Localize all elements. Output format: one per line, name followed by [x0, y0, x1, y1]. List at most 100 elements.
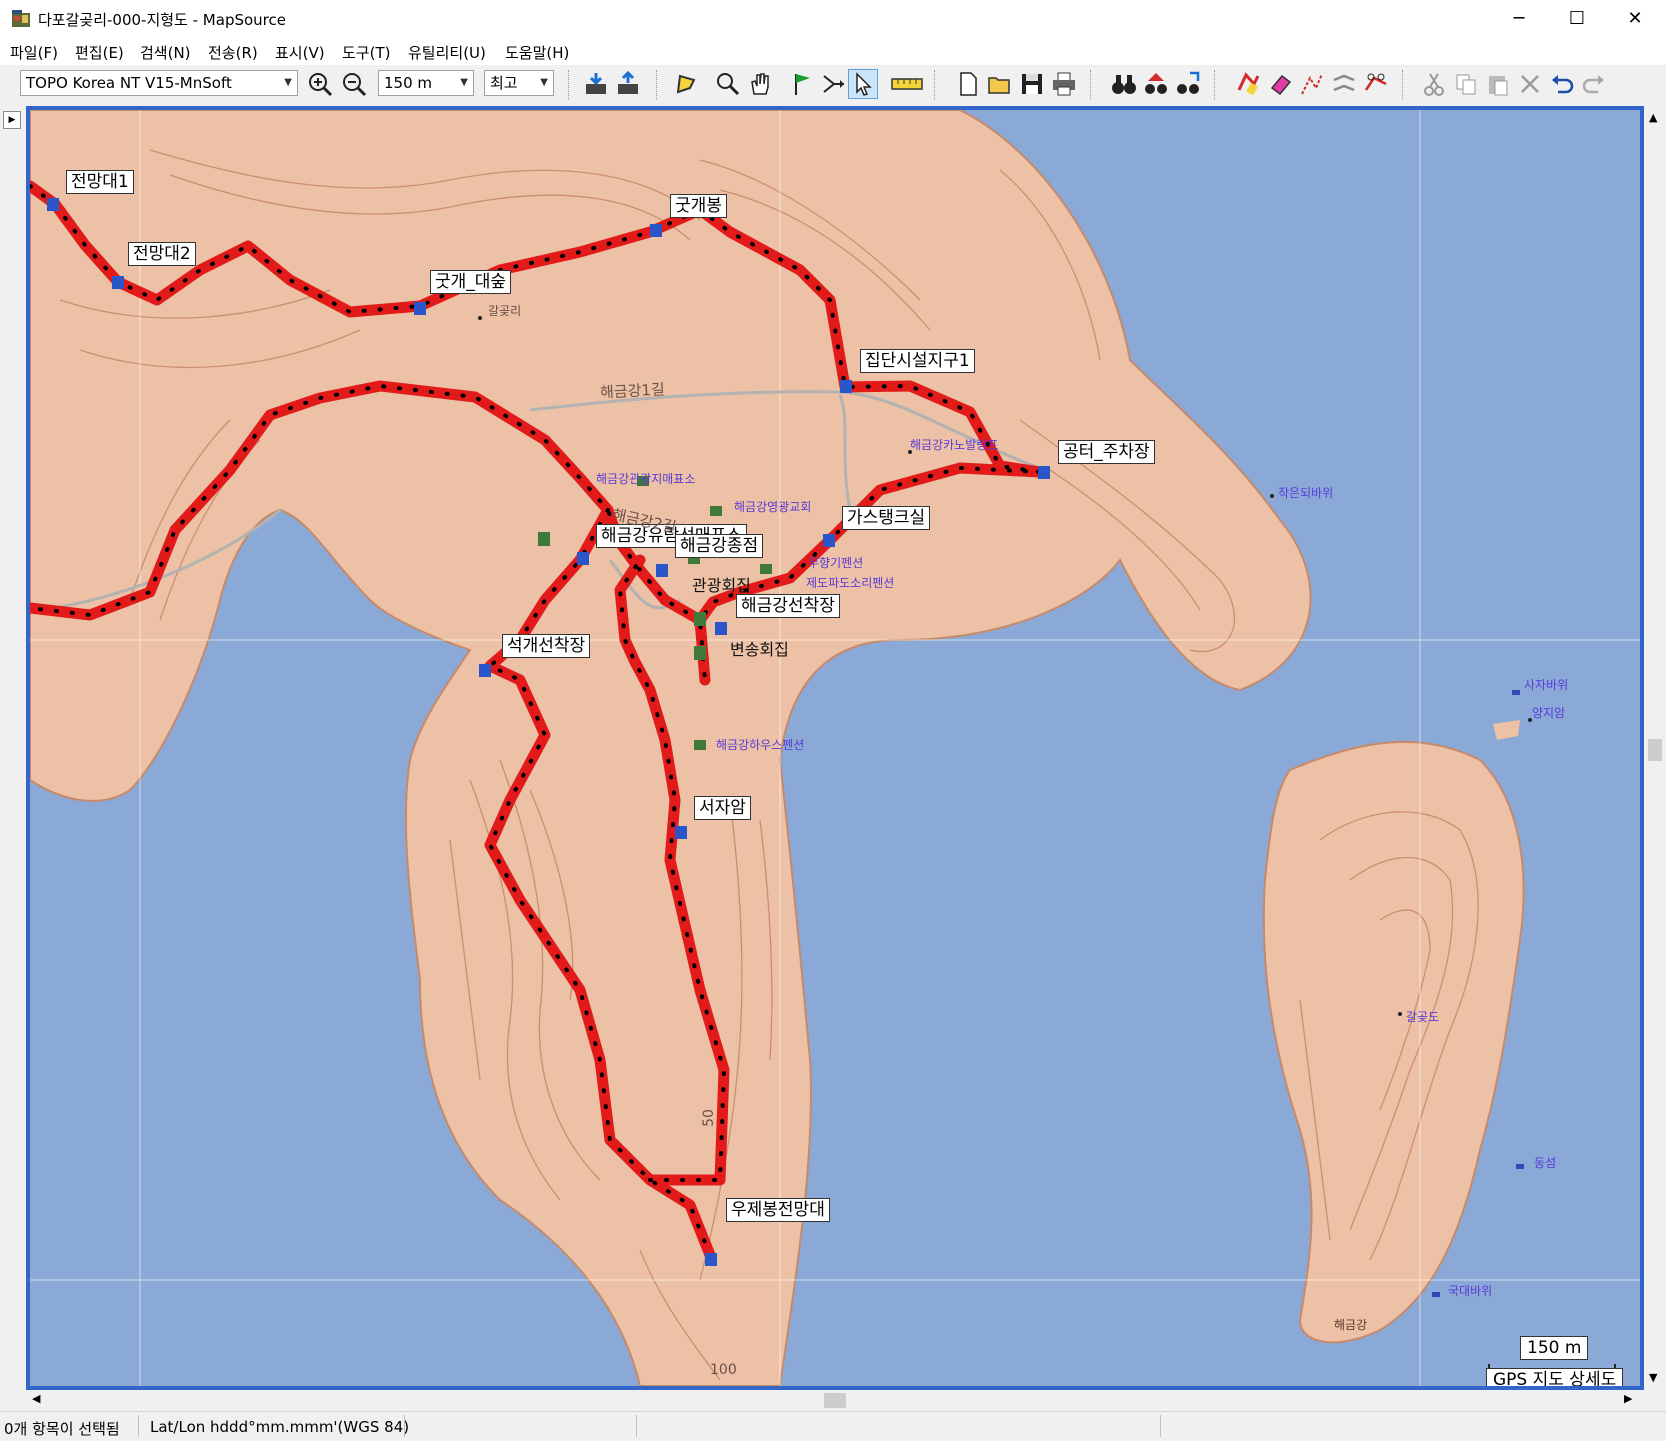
horizontal-scrollbar[interactable]: ◀ ▶: [26, 1390, 1644, 1411]
menu-utilities[interactable]: 유틸리티(U): [408, 42, 486, 63]
chevron-down-icon: ▼: [540, 77, 548, 88]
zoom-scale-value: 150 m: [384, 74, 433, 92]
expand-panel-button[interactable]: ▶: [3, 111, 21, 129]
paste-icon[interactable]: [1484, 70, 1512, 98]
waypoint-label[interactable]: 우제봉전망대: [726, 1198, 830, 1222]
poi-label: 해금강하우스펜션: [716, 738, 805, 752]
divide-track-icon[interactable]: [1362, 70, 1390, 98]
poi-label: 동섬: [1534, 1156, 1557, 1170]
scroll-thumb[interactable]: [1648, 739, 1662, 761]
scroll-up-arrow-icon[interactable]: ▲: [1649, 111, 1657, 124]
status-divider: [1160, 1415, 1161, 1437]
zoom-tool-icon[interactable]: [714, 70, 742, 98]
chevron-down-icon: ▼: [284, 77, 292, 88]
delete-icon[interactable]: [1516, 70, 1544, 98]
poi-label: 해금강: [1334, 1318, 1368, 1332]
waypoint-label[interactable]: 전망대1: [66, 170, 134, 194]
coordinate-format: Lat/Lon hddd°mm.mmm'(WGS 84): [150, 1418, 410, 1436]
poi-label: 해금강관광지매표소: [596, 472, 696, 486]
detail-level-select[interactable]: 최고 ▼: [484, 70, 554, 96]
waypoint-label[interactable]: 전망대2: [128, 242, 196, 266]
detail-level-value: 최고: [490, 74, 518, 92]
waypoint-label[interactable]: 석개선착장: [502, 634, 591, 658]
send-to-device-icon[interactable]: [614, 70, 642, 98]
eraser-icon[interactable]: [1266, 70, 1294, 98]
minimize-button[interactable]: ─: [1490, 0, 1548, 38]
waypoint-label[interactable]: 서자암: [694, 796, 751, 820]
map-view[interactable]: 전망대1 전망대2 굿개봉 굿개_대숲 집단시설지구1 공터_주차장 가스탱크실…: [26, 106, 1644, 1390]
zoom-in-icon[interactable]: [306, 70, 334, 98]
zoom-scale-select[interactable]: 150 m ▼: [378, 70, 474, 96]
draw-track-icon[interactable]: [1234, 70, 1262, 98]
save-disk-icon[interactable]: [1018, 70, 1046, 98]
menu-help[interactable]: 도움말(H): [505, 42, 569, 63]
window-title: 다포갈곶리-000-지형도 - MapSource: [38, 11, 286, 29]
title-bar: 다포갈곶리-000-지형도 - MapSource ─ ☐ ✕: [0, 0, 1666, 38]
new-file-icon[interactable]: [954, 70, 982, 98]
waypoint-label[interactable]: 굿개봉: [670, 194, 727, 218]
undo-icon[interactable]: [1548, 70, 1576, 98]
map-product-value: TOPO Korea NT V15-MnSoft: [26, 74, 232, 92]
hand-pan-icon[interactable]: [746, 70, 774, 98]
redo-icon[interactable]: [1580, 70, 1608, 98]
map-product-select[interactable]: TOPO Korea NT V15-MnSoft ▼: [20, 70, 298, 96]
poi-label: 국대바위: [1448, 1284, 1493, 1298]
place-label: 변송회집: [730, 640, 789, 659]
cut-icon[interactable]: [1420, 70, 1448, 98]
toolbar-separator: [1090, 70, 1093, 100]
place-label: 관광회집: [692, 576, 751, 595]
sidebar-toggle-strip: ▶: [0, 109, 26, 1411]
menu-view[interactable]: 표시(V): [275, 42, 325, 63]
menu-transfer[interactable]: 전송(R): [208, 42, 258, 63]
menu-find[interactable]: 검색(N): [140, 42, 191, 63]
scroll-left-arrow-icon[interactable]: ◀: [32, 1392, 40, 1405]
menu-tools[interactable]: 도구(T): [342, 42, 390, 63]
mapsource-app-icon: [12, 10, 30, 27]
maximize-button[interactable]: ☐: [1548, 0, 1606, 38]
map-tool-icon[interactable]: [672, 70, 700, 98]
find-binoculars-icon[interactable]: [1110, 70, 1138, 98]
scroll-down-arrow-icon[interactable]: ▼: [1649, 1371, 1657, 1384]
scroll-thumb[interactable]: [824, 1393, 846, 1408]
waypoint-label[interactable]: 해금강선착장: [736, 594, 840, 618]
selection-tool-button[interactable]: [848, 69, 878, 99]
toolbar-separator: [934, 70, 937, 100]
menu-file[interactable]: 파일(F): [10, 42, 58, 63]
poi-label: 작은되바위: [1278, 486, 1334, 500]
receive-from-device-icon[interactable]: [582, 70, 610, 98]
waypoint-flag-icon[interactable]: [788, 70, 816, 98]
status-divider: [636, 1415, 637, 1437]
waypoint-label[interactable]: 집단시설지구1: [860, 349, 975, 373]
open-folder-icon[interactable]: [986, 70, 1014, 98]
village-label: 갈곶리: [488, 304, 522, 318]
poi-label: 사자바위: [1524, 678, 1569, 692]
contour-label: 50: [700, 1109, 717, 1127]
zoom-out-icon[interactable]: [340, 70, 368, 98]
select-points-icon[interactable]: [1298, 70, 1326, 98]
arrow-cursor-icon: [856, 72, 872, 96]
close-button[interactable]: ✕: [1606, 0, 1664, 38]
waypoint-label[interactable]: 가스탱크실: [842, 506, 931, 530]
waypoint-label[interactable]: 해금강종점: [675, 534, 764, 558]
join-tracks-icon[interactable]: [1330, 70, 1358, 98]
menu-edit[interactable]: 편집(E): [75, 42, 124, 63]
waypoint-label[interactable]: 공터_주차장: [1058, 440, 1155, 464]
poi-label: 양지암: [1532, 706, 1566, 720]
toolbar-separator: [1402, 70, 1405, 100]
print-icon[interactable]: [1050, 70, 1078, 98]
distance-ruler-icon[interactable]: [890, 70, 924, 98]
find-nearest-icon[interactable]: [1174, 70, 1202, 98]
toolbar-separator: [568, 70, 571, 100]
waypoint-label[interactable]: 굿개_대숲: [430, 270, 512, 294]
poi-label: 무향기펜션: [808, 556, 864, 570]
vertical-scrollbar[interactable]: ▲ ▼: [1644, 109, 1666, 1390]
scroll-right-arrow-icon[interactable]: ▶: [1624, 1392, 1632, 1405]
route-tool-icon[interactable]: [820, 70, 848, 98]
copy-icon[interactable]: [1452, 70, 1480, 98]
scale-bar-label: 150 m: [1520, 1336, 1589, 1360]
map-type-label: GPS 지도 상세도: [1486, 1368, 1624, 1386]
find-places-icon[interactable]: [1142, 70, 1170, 98]
poi-label: 제도파도소리펜션: [806, 576, 895, 590]
status-divider: [404, 1415, 405, 1437]
chevron-down-icon: ▼: [460, 77, 468, 88]
